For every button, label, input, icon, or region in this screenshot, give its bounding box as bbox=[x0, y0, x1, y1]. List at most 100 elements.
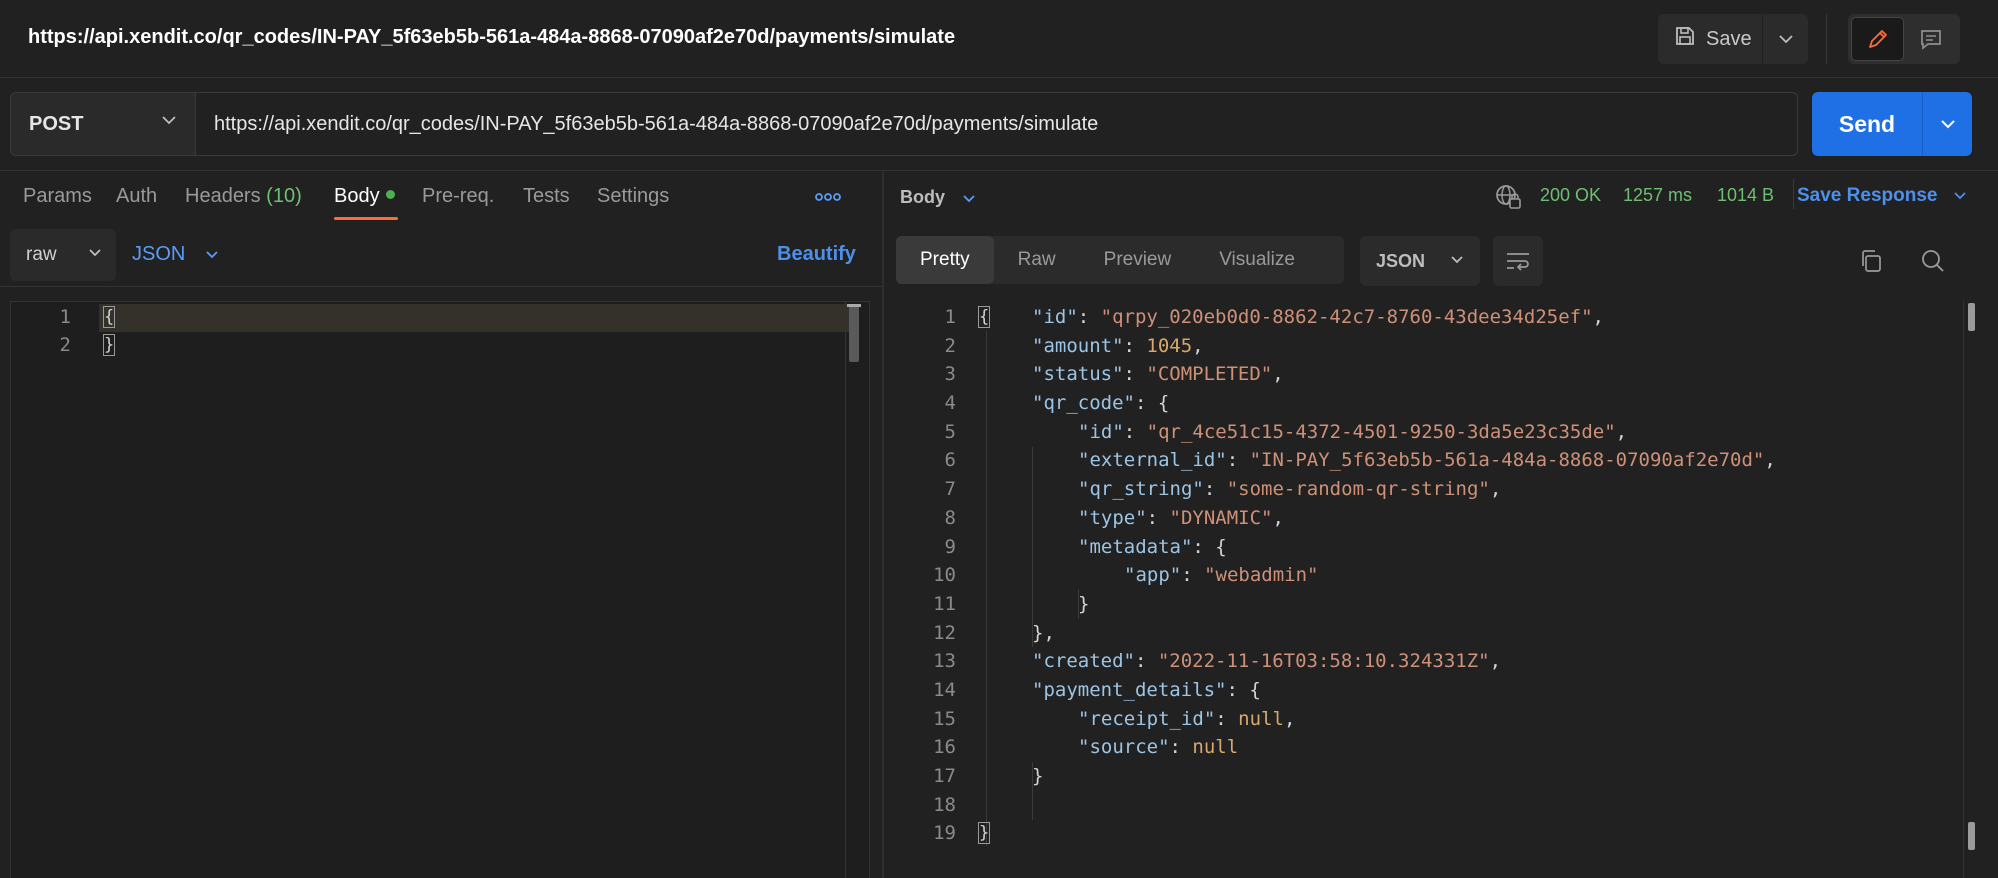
chevron-down-icon bbox=[89, 249, 101, 257]
save-label: Save bbox=[1706, 27, 1752, 50]
tab-tests[interactable]: Tests bbox=[523, 185, 570, 208]
line-number: 9 bbox=[944, 536, 956, 558]
tab-preview[interactable]: Preview bbox=[1080, 236, 1196, 284]
http-method-label: POST bbox=[29, 112, 84, 135]
active-tab-indicator bbox=[334, 217, 398, 220]
line-number: 8 bbox=[944, 507, 956, 529]
tab-pre-request[interactable]: Pre-req. bbox=[422, 185, 494, 208]
chevron-down-icon bbox=[162, 116, 176, 125]
response-body-viewer[interactable]: 1 2 3 4 5 6 7 8 9 10 11 12 13 14 15 16 1… bbox=[896, 301, 1996, 878]
request-title[interactable]: https://api.xendit.co/qr_codes/IN-PAY_5f… bbox=[28, 26, 955, 49]
indent-guide bbox=[1032, 447, 1033, 647]
request-body-editor[interactable]: 1 2 { } bbox=[10, 301, 870, 878]
json-line: "status": "COMPLETED", bbox=[1032, 363, 1284, 385]
save-options-dropdown[interactable] bbox=[1762, 14, 1808, 64]
network-globe-icon[interactable] bbox=[1494, 183, 1522, 216]
json-value: "webadmin" bbox=[1204, 564, 1319, 586]
json-key: "amount" bbox=[1032, 335, 1124, 357]
tab-body[interactable]: Body bbox=[334, 185, 395, 208]
body-mode-select[interactable]: raw bbox=[10, 229, 116, 281]
json-value: "IN-PAY_5f63eb5b-561a-484a-8868-07090af2… bbox=[1249, 449, 1765, 471]
json-line: "id": "qr_4ce51c15-4372-4501-9250-3da5e2… bbox=[1078, 421, 1628, 443]
toolbar-divider bbox=[1826, 14, 1827, 64]
tab-auth[interactable]: Auth bbox=[116, 185, 157, 208]
line-number: 16 bbox=[933, 736, 956, 758]
json-value: "qrpy_020eb0d0-8862-42c7-8760-43dee34d25… bbox=[1100, 306, 1593, 328]
chevron-down-icon bbox=[206, 251, 218, 259]
response-section-label: Body bbox=[900, 187, 945, 207]
json-line: } bbox=[1032, 765, 1044, 787]
line-number: 1 bbox=[59, 306, 71, 328]
copy-icon[interactable] bbox=[1858, 248, 1884, 279]
send-options-dropdown[interactable] bbox=[1922, 92, 1972, 156]
line-number: 2 bbox=[59, 334, 71, 356]
url-input[interactable]: https://api.xendit.co/qr_codes/IN-PAY_5f… bbox=[196, 92, 1798, 156]
response-time[interactable]: 1257 ms bbox=[1623, 185, 1692, 206]
save-response-label: Save Response bbox=[1797, 185, 1938, 206]
pencil-icon bbox=[1868, 30, 1887, 48]
line-number: 19 bbox=[933, 822, 956, 844]
body-format-select[interactable]: JSON bbox=[132, 243, 219, 266]
json-key: "qr_string" bbox=[1078, 478, 1204, 500]
wrap-lines-button[interactable] bbox=[1493, 236, 1543, 286]
json-value: "2022-11-16T03:58:10.324331Z" bbox=[1157, 650, 1490, 672]
search-icon[interactable] bbox=[1920, 248, 1946, 279]
json-line: "qr_string": "some-random-qr-string", bbox=[1078, 478, 1502, 500]
beautify-button[interactable]: Beautify bbox=[777, 243, 856, 266]
http-method-select[interactable]: POST bbox=[10, 92, 196, 156]
response-size[interactable]: 1014 B bbox=[1717, 185, 1774, 206]
tab-raw[interactable]: Raw bbox=[994, 236, 1080, 284]
response-scrollbar-end bbox=[1968, 822, 1975, 850]
json-key: "payment_details" bbox=[1032, 679, 1227, 701]
request-tabs: Params Auth Headers (10) Body Pre-req. T… bbox=[0, 171, 882, 223]
status-divider bbox=[1793, 179, 1794, 209]
active-line-highlight bbox=[99, 304, 857, 332]
tab-pretty[interactable]: Pretty bbox=[896, 236, 994, 284]
json-line: "qr_code": { bbox=[1032, 392, 1170, 414]
json-key: "external_id" bbox=[1078, 449, 1227, 471]
response-scrollbar-thumb[interactable] bbox=[1968, 303, 1975, 331]
line-number: 13 bbox=[933, 650, 956, 672]
json-key: "status" bbox=[1032, 363, 1124, 385]
send-button[interactable]: Send bbox=[1812, 92, 1922, 156]
json-line: "type": "DYNAMIC", bbox=[1078, 507, 1284, 529]
line-number: 12 bbox=[933, 622, 956, 644]
bracket-match: { bbox=[103, 306, 115, 328]
json-value: null bbox=[1192, 736, 1239, 758]
response-status[interactable]: 200 OK bbox=[1540, 185, 1601, 206]
save-button[interactable]: Save bbox=[1658, 14, 1762, 64]
chevron-down-icon bbox=[963, 195, 975, 203]
save-response-button[interactable]: Save Response bbox=[1797, 185, 1967, 207]
response-format-select[interactable]: JSON bbox=[1360, 236, 1480, 286]
json-value: "qr_4ce51c15-4372-4501-9250-3da5e23c35de… bbox=[1146, 421, 1616, 443]
response-section-select[interactable]: Body bbox=[900, 187, 976, 208]
tab-settings[interactable]: Settings bbox=[597, 185, 669, 208]
json-line: "created": "2022-11-16T03:58:10.324331Z"… bbox=[1032, 650, 1502, 672]
chevron-down-icon bbox=[1954, 192, 1966, 200]
json-value: 1045 bbox=[1146, 335, 1193, 357]
save-button-group: Save bbox=[1658, 14, 1808, 64]
response-scrollbar-track bbox=[1963, 301, 1964, 878]
json-key: "type" bbox=[1078, 507, 1147, 529]
line-number: 17 bbox=[933, 765, 956, 787]
editor-scrollbar[interactable] bbox=[849, 304, 859, 362]
indent-guide bbox=[986, 331, 987, 846]
more-horizontal-icon[interactable] bbox=[815, 189, 841, 207]
edit-mode-button[interactable] bbox=[1851, 17, 1904, 61]
comments-button[interactable] bbox=[1904, 17, 1957, 61]
line-number: 15 bbox=[933, 708, 956, 730]
line-number: 14 bbox=[933, 679, 956, 701]
json-key: "receipt_id" bbox=[1078, 708, 1216, 730]
line-number: 10 bbox=[933, 564, 956, 586]
line-number: 6 bbox=[944, 449, 956, 471]
json-line: } bbox=[1078, 593, 1090, 615]
tab-visualize[interactable]: Visualize bbox=[1195, 236, 1319, 284]
line-number: 11 bbox=[933, 593, 956, 615]
wrap-lines-icon bbox=[1507, 253, 1529, 271]
json-line: "external_id": "IN-PAY_5f63eb5b-561a-484… bbox=[1078, 449, 1776, 471]
tab-headers[interactable]: Headers (10) bbox=[185, 185, 302, 208]
request-pane: Params Auth Headers (10) Body Pre-req. T… bbox=[0, 171, 882, 878]
line-number: 3 bbox=[944, 363, 956, 385]
json-line: "payment_details": { bbox=[1032, 679, 1261, 701]
tab-params[interactable]: Params bbox=[23, 185, 92, 208]
